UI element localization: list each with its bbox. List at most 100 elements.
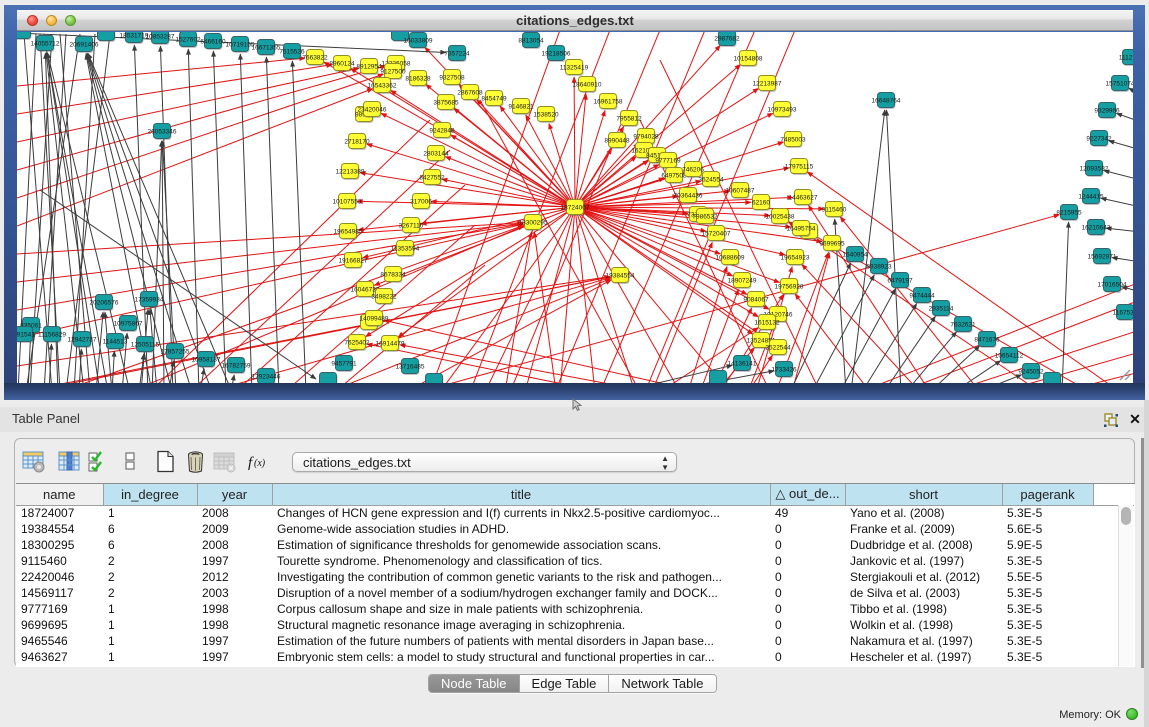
table-cell[interactable]: 2012	[197, 569, 272, 585]
table-row[interactable]: 946554611997Estimation of the future num…	[16, 633, 1134, 649]
table-cell[interactable]: 18724007	[16, 505, 103, 521]
table-row[interactable]: 1938455462009Genome-wide association stu…	[16, 521, 1134, 537]
function-builder-icon[interactable]: f(x)	[247, 450, 270, 473]
table-cell[interactable]: 5.9E-5	[1002, 537, 1093, 553]
tab-edge-table[interactable]: Edge Table	[520, 675, 610, 692]
table-cell[interactable]: 9463627	[16, 649, 103, 665]
table-cell[interactable]: 0	[770, 521, 845, 537]
table-row[interactable]: 1830029562008Estimation of significance …	[16, 537, 1134, 553]
table-cell[interactable]: 2008	[197, 537, 272, 553]
table-row[interactable]: 2242004622012Investigating the contribut…	[16, 569, 1134, 585]
table-cell[interactable]: 9777169	[16, 601, 103, 617]
table-cell[interactable]: 5.3E-5	[1002, 617, 1093, 633]
table-cell[interactable]: Structural magnetic resonance image aver…	[272, 617, 770, 633]
table-cell[interactable]: 1	[103, 649, 197, 665]
table-cell[interactable]: Embryonic stem cells: a model to study s…	[272, 649, 770, 665]
table-cell[interactable]: Changes of HCN gene expression and I(f) …	[272, 505, 770, 521]
table-cell[interactable]: Estimation of significance thresholds fo…	[272, 537, 770, 553]
table-cell[interactable]: 1997	[197, 553, 272, 569]
table-cell[interactable]: 2	[103, 569, 197, 585]
table-cell[interactable]: de Silva et al. (2003)	[845, 585, 1002, 601]
table-cell[interactable]: 5.6E-5	[1002, 521, 1093, 537]
close-panel-icon[interactable]: ✕	[1127, 411, 1143, 427]
table-cell[interactable]: 1997	[197, 633, 272, 649]
graph-node[interactable]	[710, 371, 727, 384]
table-cell[interactable]: 2003	[197, 585, 272, 601]
table-cell[interactable]: 2	[103, 553, 197, 569]
table-cell[interactable]: 6	[103, 537, 197, 553]
table-cell[interactable]: 2008	[197, 505, 272, 521]
table-cell[interactable]: Yano et al. (2008)	[845, 505, 1002, 521]
new-table-icon[interactable]	[154, 450, 177, 473]
table-cell[interactable]: Jankovic et al. (1997)	[845, 553, 1002, 569]
table-scrollbar[interactable]	[1118, 505, 1133, 666]
column-header-in_degree[interactable]: in_degree	[103, 484, 197, 505]
table-cell[interactable]: 1998	[197, 617, 272, 633]
column-header-name[interactable]: name	[16, 484, 103, 505]
table-row[interactable]: 1456911722003Disruption of a novel membe…	[16, 585, 1134, 601]
table-cell[interactable]: 1	[103, 505, 197, 521]
table-settings-icon[interactable]	[22, 450, 45, 473]
table-row[interactable]: 1872400712008Changes of HCN gene express…	[16, 505, 1134, 521]
table-cell[interactable]: Tourette syndrome. Phenomenology and cla…	[272, 553, 770, 569]
table-cell[interactable]: 5.3E-5	[1002, 585, 1093, 601]
network-canvas[interactable]: 1405571220691406185317191085328715276026…	[17, 32, 1133, 383]
network-graph[interactable]: 1405571220691406185317191085328715276026…	[17, 32, 1133, 383]
table-cell[interactable]: Dudbridge et al. (2008)	[845, 537, 1002, 553]
table-cell[interactable]: 2009	[197, 521, 272, 537]
graph-node[interactable]	[426, 374, 443, 384]
column-header-year[interactable]: year	[197, 484, 272, 505]
float-window-icon[interactable]	[1104, 413, 1118, 427]
row-height-icon[interactable]	[119, 450, 142, 473]
table-cell[interactable]: Nakamura et al. (1997)	[845, 633, 1002, 649]
table-cell[interactable]: 5.3E-5	[1002, 505, 1093, 521]
table-cell[interactable]: 49	[770, 505, 845, 521]
node-attribute-table[interactable]: namein_degreeyeartitle△ out_de...shortpa…	[16, 484, 1134, 665]
table-cell[interactable]: Wolkin et al. (1998)	[845, 617, 1002, 633]
table-cell[interactable]: 5.3E-5	[1002, 649, 1093, 665]
table-cell[interactable]: 9115460	[16, 553, 103, 569]
column-header-short[interactable]: short	[845, 484, 1002, 505]
table-row[interactable]: 969969511998Structural magnetic resonanc…	[16, 617, 1134, 633]
table-cell[interactable]: 0	[770, 569, 845, 585]
resize-handle-icon[interactable]	[1117, 367, 1131, 381]
table-cell[interactable]: 9465546	[16, 633, 103, 649]
table-row[interactable]: 911546021997Tourette syndrome. Phenomeno…	[16, 553, 1134, 569]
table-cell[interactable]: 19384554	[16, 521, 103, 537]
graph-node[interactable]	[98, 32, 115, 41]
table-cell[interactable]: 5.3E-5	[1002, 601, 1093, 617]
column-header-out_de[interactable]: △ out_de...	[770, 484, 845, 505]
table-row[interactable]: 946362711997Embryonic stem cells: a mode…	[16, 649, 1134, 665]
graph-node[interactable]	[320, 373, 337, 384]
table-cell[interactable]: Tibbo et al. (1998)	[845, 601, 1002, 617]
table-selector-dropdown[interactable]: citations_edges.txt ▲▼	[292, 452, 677, 472]
delete-table-icon[interactable]	[184, 450, 207, 473]
table-cell[interactable]: 6	[103, 521, 197, 537]
scrollbar-thumb[interactable]	[1121, 507, 1131, 525]
table-cell[interactable]: 0	[770, 553, 845, 569]
column-header-pagerank[interactable]: pagerank	[1002, 484, 1093, 505]
graph-node[interactable]	[17, 32, 31, 39]
graph-node[interactable]	[1044, 373, 1061, 384]
table-cell[interactable]: 2	[103, 585, 197, 601]
table-cell[interactable]: 0	[770, 649, 845, 665]
table-cell[interactable]: Corpus callosum shape and size in male p…	[272, 601, 770, 617]
column-header-title[interactable]: title	[272, 484, 770, 505]
network-window-titlebar[interactable]: citations_edges.txt	[17, 10, 1133, 31]
table-cell[interactable]: Estimation of the future numbers of pati…	[272, 633, 770, 649]
table-cell[interactable]: Genome-wide association studies in ADHD.	[272, 521, 770, 537]
table-cell[interactable]: 1	[103, 601, 197, 617]
table-cell[interactable]: Stergiakouli et al. (2012)	[845, 569, 1002, 585]
table-cell[interactable]: 0	[770, 585, 845, 601]
tab-network-table[interactable]: Network Table	[609, 675, 715, 692]
table-cell[interactable]: 1998	[197, 601, 272, 617]
table-row[interactable]: 977716911998Corpus callosum shape and si…	[16, 601, 1134, 617]
table-cell[interactable]: 9699695	[16, 617, 103, 633]
table-cell[interactable]: 22420046	[16, 569, 103, 585]
table-cell[interactable]: 5.3E-5	[1002, 633, 1093, 649]
table-cell[interactable]: Investigating the contribution of common…	[272, 569, 770, 585]
tab-node-table[interactable]: Node Table	[429, 675, 520, 692]
table-cell[interactable]: 18300295	[16, 537, 103, 553]
table-cell[interactable]: 0	[770, 601, 845, 617]
table-cell[interactable]: 5.5E-5	[1002, 569, 1093, 585]
